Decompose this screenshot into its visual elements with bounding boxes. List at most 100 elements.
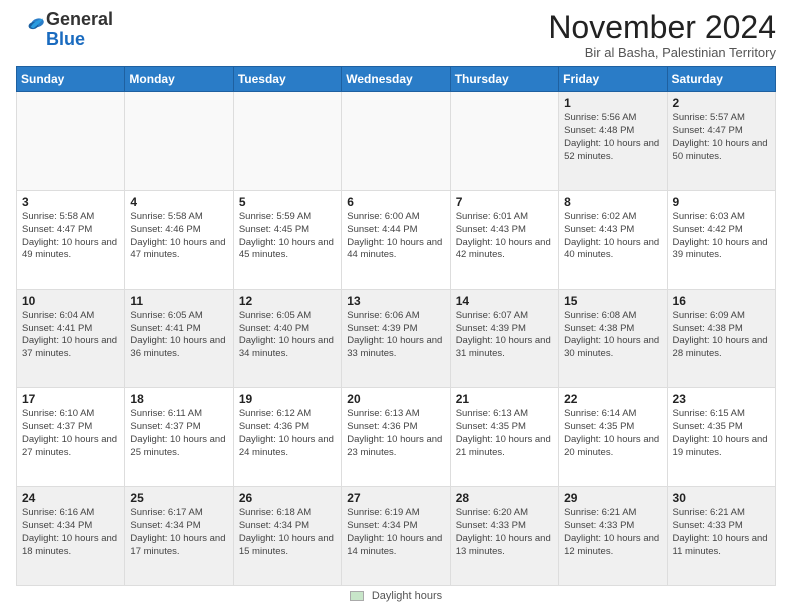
- calendar-week-row: 10 Sunrise: 6:04 AM Sunset: 4:41 PM Dayli…: [17, 289, 776, 388]
- col-monday: Monday: [125, 67, 233, 92]
- day-detail: Sunrise: 6:01 AM Sunset: 4:43 PM Dayligh…: [456, 211, 553, 262]
- day-detail: Sunrise: 5:58 AM Sunset: 4:46 PM Dayligh…: [130, 211, 227, 262]
- header: General Blue November 2024 Bir al Basha,…: [16, 10, 776, 60]
- calendar-table: Sunday Monday Tuesday Wednesday Thursday…: [16, 66, 776, 586]
- day-detail: Sunrise: 6:15 AM Sunset: 4:35 PM Dayligh…: [673, 408, 770, 459]
- col-tuesday: Tuesday: [233, 67, 341, 92]
- day-detail: Sunrise: 6:06 AM Sunset: 4:39 PM Dayligh…: [347, 310, 444, 361]
- location-subtitle: Bir al Basha, Palestinian Territory: [548, 45, 776, 60]
- day-detail: Sunrise: 6:19 AM Sunset: 4:34 PM Dayligh…: [347, 507, 444, 558]
- table-row: [17, 92, 125, 191]
- day-detail: Sunrise: 6:07 AM Sunset: 4:39 PM Dayligh…: [456, 310, 553, 361]
- day-detail: Sunrise: 6:08 AM Sunset: 4:38 PM Dayligh…: [564, 310, 661, 361]
- table-row: 10 Sunrise: 6:04 AM Sunset: 4:41 PM Dayli…: [17, 289, 125, 388]
- day-number: 16: [673, 294, 770, 308]
- day-number: 7: [456, 195, 553, 209]
- footer: Daylight hours: [16, 590, 776, 602]
- table-row: [233, 92, 341, 191]
- logo: General Blue: [16, 10, 113, 50]
- day-number: 25: [130, 491, 227, 505]
- col-saturday: Saturday: [667, 67, 775, 92]
- day-number: 10: [22, 294, 119, 308]
- logo-general-text: General: [46, 9, 113, 29]
- day-detail: Sunrise: 6:10 AM Sunset: 4:37 PM Dayligh…: [22, 408, 119, 459]
- day-detail: Sunrise: 6:21 AM Sunset: 4:33 PM Dayligh…: [564, 507, 661, 558]
- legend-label: Daylight hours: [372, 590, 442, 602]
- day-number: 1: [564, 96, 661, 110]
- table-row: 19Sunrise: 6:12 AM Sunset: 4:36 PM Dayli…: [233, 388, 341, 487]
- table-row: [450, 92, 558, 191]
- day-detail: Sunrise: 5:58 AM Sunset: 4:47 PM Dayligh…: [22, 211, 119, 262]
- day-number: 5: [239, 195, 336, 209]
- month-title: November 2024: [548, 10, 776, 45]
- day-number: 26: [239, 491, 336, 505]
- day-number: 6: [347, 195, 444, 209]
- day-number: 30: [673, 491, 770, 505]
- table-row: [342, 92, 450, 191]
- day-detail: Sunrise: 6:11 AM Sunset: 4:37 PM Dayligh…: [130, 408, 227, 459]
- table-row: 16 Sunrise: 6:09 AM Sunset: 4:38 PM Dayli…: [667, 289, 775, 388]
- day-detail: Sunrise: 6:13 AM Sunset: 4:36 PM Dayligh…: [347, 408, 444, 459]
- table-row: 4 Sunrise: 5:58 AM Sunset: 4:46 PM Daylig…: [125, 190, 233, 289]
- day-number: 11: [130, 294, 227, 308]
- legend-box: [350, 591, 364, 601]
- day-detail: Sunrise: 6:20 AM Sunset: 4:33 PM Dayligh…: [456, 507, 553, 558]
- day-number: 23: [673, 392, 770, 406]
- day-number: 29: [564, 491, 661, 505]
- day-detail: Sunrise: 6:05 AM Sunset: 4:40 PM Dayligh…: [239, 310, 336, 361]
- day-number: 8: [564, 195, 661, 209]
- title-block: November 2024 Bir al Basha, Palestinian …: [548, 10, 776, 60]
- col-sunday: Sunday: [17, 67, 125, 92]
- day-number: 3: [22, 195, 119, 209]
- table-row: 27Sunrise: 6:19 AM Sunset: 4:34 PM Dayli…: [342, 487, 450, 586]
- day-number: 24: [22, 491, 119, 505]
- table-row: 5 Sunrise: 5:59 AM Sunset: 4:45 PM Daylig…: [233, 190, 341, 289]
- day-detail: Sunrise: 6:09 AM Sunset: 4:38 PM Dayligh…: [673, 310, 770, 361]
- day-number: 12: [239, 294, 336, 308]
- day-number: 13: [347, 294, 444, 308]
- day-detail: Sunrise: 6:12 AM Sunset: 4:36 PM Dayligh…: [239, 408, 336, 459]
- day-detail: Sunrise: 6:16 AM Sunset: 4:34 PM Dayligh…: [22, 507, 119, 558]
- day-number: 20: [347, 392, 444, 406]
- day-detail: Sunrise: 6:14 AM Sunset: 4:35 PM Dayligh…: [564, 408, 661, 459]
- table-row: 2Sunrise: 5:57 AM Sunset: 4:47 PM Daylig…: [667, 92, 775, 191]
- table-row: 13 Sunrise: 6:06 AM Sunset: 4:39 PM Dayli…: [342, 289, 450, 388]
- day-number: 4: [130, 195, 227, 209]
- day-number: 18: [130, 392, 227, 406]
- day-detail: Sunrise: 6:04 AM Sunset: 4:41 PM Dayligh…: [22, 310, 119, 361]
- table-row: 1 Sunrise: 5:56 AM Sunset: 4:48 PM Daylig…: [559, 92, 667, 191]
- table-row: 30 Sunrise: 6:21 AM Sunset: 4:33 PM Dayli…: [667, 487, 775, 586]
- table-row: 21 Sunrise: 6:13 AM Sunset: 4:35 PM Dayli…: [450, 388, 558, 487]
- table-row: 20 Sunrise: 6:13 AM Sunset: 4:36 PM Dayli…: [342, 388, 450, 487]
- day-detail: Sunrise: 5:59 AM Sunset: 4:45 PM Dayligh…: [239, 211, 336, 262]
- day-detail: Sunrise: 6:18 AM Sunset: 4:34 PM Dayligh…: [239, 507, 336, 558]
- day-detail: Sunrise: 5:56 AM Sunset: 4:48 PM Dayligh…: [564, 112, 661, 163]
- table-row: 28 Sunrise: 6:20 AM Sunset: 4:33 PM Dayli…: [450, 487, 558, 586]
- table-row: 9Sunrise: 6:03 AM Sunset: 4:42 PM Daylig…: [667, 190, 775, 289]
- page: General Blue November 2024 Bir al Basha,…: [0, 0, 792, 612]
- table-row: 14Sunrise: 6:07 AM Sunset: 4:39 PM Dayli…: [450, 289, 558, 388]
- day-number: 28: [456, 491, 553, 505]
- calendar-week-row: 3 Sunrise: 5:58 AM Sunset: 4:47 PM Daylig…: [17, 190, 776, 289]
- table-row: 8 Sunrise: 6:02 AM Sunset: 4:43 PM Daylig…: [559, 190, 667, 289]
- day-detail: Sunrise: 6:13 AM Sunset: 4:35 PM Dayligh…: [456, 408, 553, 459]
- calendar-week-row: 24 Sunrise: 6:16 AM Sunset: 4:34 PM Dayli…: [17, 487, 776, 586]
- calendar-body: 1 Sunrise: 5:56 AM Sunset: 4:48 PM Daylig…: [17, 92, 776, 586]
- table-row: 17 Sunrise: 6:10 AM Sunset: 4:37 PM Dayli…: [17, 388, 125, 487]
- col-thursday: Thursday: [450, 67, 558, 92]
- table-row: 15 Sunrise: 6:08 AM Sunset: 4:38 PM Dayli…: [559, 289, 667, 388]
- day-number: 17: [22, 392, 119, 406]
- day-number: 22: [564, 392, 661, 406]
- day-detail: Sunrise: 6:02 AM Sunset: 4:43 PM Dayligh…: [564, 211, 661, 262]
- day-detail: Sunrise: 6:21 AM Sunset: 4:33 PM Dayligh…: [673, 507, 770, 558]
- col-wednesday: Wednesday: [342, 67, 450, 92]
- col-friday: Friday: [559, 67, 667, 92]
- day-number: 9: [673, 195, 770, 209]
- table-row: 29 Sunrise: 6:21 AM Sunset: 4:33 PM Dayli…: [559, 487, 667, 586]
- table-row: 18 Sunrise: 6:11 AM Sunset: 4:37 PM Dayli…: [125, 388, 233, 487]
- table-row: 6Sunrise: 6:00 AM Sunset: 4:44 PM Daylig…: [342, 190, 450, 289]
- day-number: 21: [456, 392, 553, 406]
- day-detail: Sunrise: 6:17 AM Sunset: 4:34 PM Dayligh…: [130, 507, 227, 558]
- table-row: 22 Sunrise: 6:14 AM Sunset: 4:35 PM Dayli…: [559, 388, 667, 487]
- day-number: 15: [564, 294, 661, 308]
